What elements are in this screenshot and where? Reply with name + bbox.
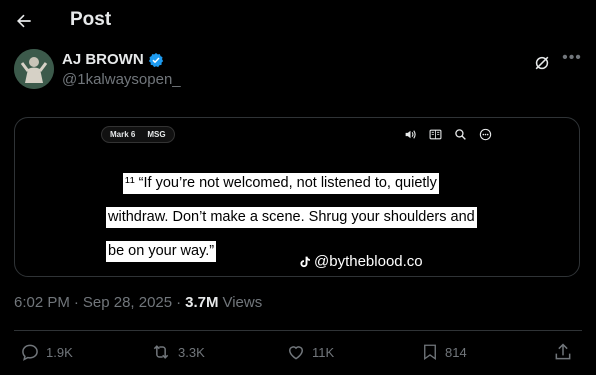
share-button[interactable]	[553, 342, 573, 362]
bookmark-count: 814	[445, 344, 467, 360]
back-button[interactable]	[12, 9, 36, 33]
repost-count: 3.3K	[178, 344, 205, 360]
avatar[interactable]	[14, 49, 54, 89]
caption-line-3: be on your way.”	[106, 241, 217, 262]
views-count: 3.7M	[185, 294, 219, 311]
search-icon	[453, 127, 467, 141]
heart-icon	[288, 346, 304, 360]
media-toolbar	[403, 127, 492, 141]
divider	[14, 330, 582, 331]
action-bar: 1.9K 3.3K 11K 814	[0, 340, 596, 368]
post-media-image[interactable]: Mark 6 MSG ¹¹ “If you’re not welcomed, n…	[14, 117, 580, 277]
watermark: @bytheblood.co	[298, 253, 423, 270]
caption-line-1: ¹¹ “If you’re not welcomed, not listened…	[123, 173, 439, 194]
grok-button[interactable]	[532, 53, 552, 73]
repost-icon	[153, 345, 169, 359]
avatar-image	[14, 49, 54, 89]
post-date[interactable]: Sep 28, 2025	[83, 294, 172, 311]
author-name[interactable]: AJ BROWN	[62, 51, 144, 68]
post-header: Post	[0, 0, 596, 42]
bookmark-button[interactable]: 814	[421, 342, 467, 362]
caption-line-2: withdraw. Don’t make a scene. Shrug your…	[106, 207, 477, 228]
share-icon	[555, 343, 571, 360]
more-options-button[interactable]: •••	[560, 49, 584, 71]
post-meta: 6:02 PM · Sep 28, 2025 · 3.7M Views	[14, 294, 262, 311]
book-icon	[428, 127, 442, 141]
page-title: Post	[70, 9, 112, 30]
speaker-icon	[403, 127, 417, 141]
like-button[interactable]: 11K	[286, 342, 334, 362]
views-label: Views	[222, 294, 263, 311]
bookmark-icon	[424, 344, 436, 361]
chip-version: MSG	[147, 130, 166, 139]
reply-count: 1.9K	[46, 344, 73, 360]
post-time[interactable]: 6:02 PM	[14, 294, 70, 311]
post-author: AJ BROWN @1kalwaysopen_ •••	[14, 49, 584, 93]
reply-icon	[22, 344, 38, 361]
author-name-row: AJ BROWN	[62, 51, 164, 68]
chip-group: Mark 6 MSG	[101, 126, 175, 143]
like-count: 11K	[312, 344, 335, 360]
verified-badge-icon	[148, 52, 163, 67]
more-circle-icon	[478, 127, 492, 141]
repost-button[interactable]: 3.3K	[150, 342, 205, 362]
meta-separator: ·	[176, 294, 182, 311]
back-arrow-icon	[17, 14, 31, 28]
more-dots-icon: •••	[562, 49, 582, 66]
author-handle[interactable]: @1kalwaysopen_	[62, 71, 181, 88]
chip-book: Mark 6	[110, 130, 136, 139]
tiktok-icon	[300, 256, 310, 267]
grok-icon	[535, 56, 549, 70]
watermark-text: @bytheblood.co	[314, 253, 423, 270]
meta-separator: ·	[73, 294, 79, 311]
reply-button[interactable]: 1.9K	[20, 342, 73, 362]
